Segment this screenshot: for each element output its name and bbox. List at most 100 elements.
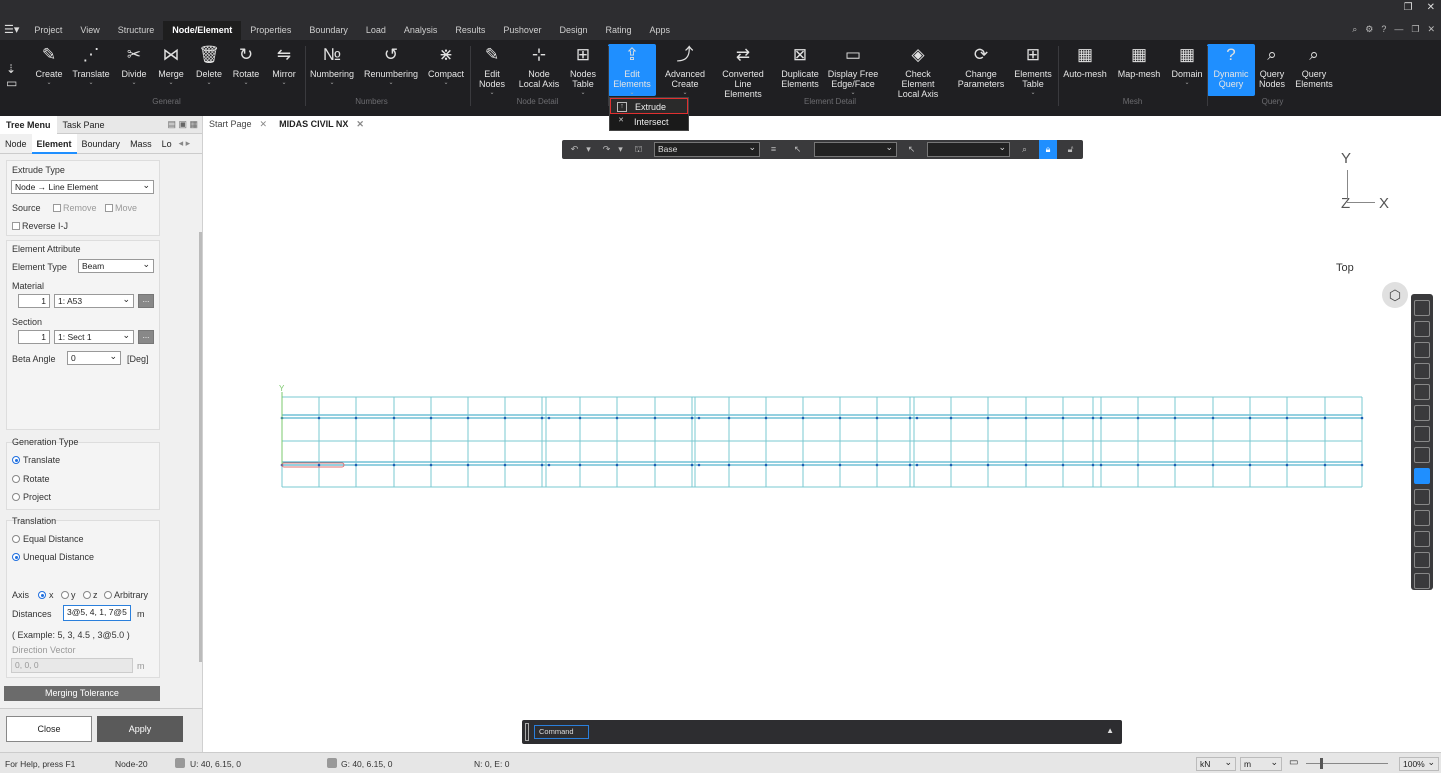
lock-active-icon[interactable]: 🔒︎: [1039, 140, 1057, 159]
section-select[interactable]: 1: Sect 1: [54, 329, 134, 344]
model-node[interactable]: [1360, 463, 1364, 467]
axis-z-radio[interactable]: [83, 591, 91, 599]
hamburger-menu-icon[interactable]: ☰▾: [0, 21, 25, 40]
view-tool-icon[interactable]: [1414, 447, 1430, 463]
view-tool-icon[interactable]: [1414, 342, 1430, 358]
model-node[interactable]: [838, 416, 842, 420]
model-node[interactable]: [503, 463, 507, 467]
subtab-mass[interactable]: Mass: [125, 134, 157, 154]
dropdown-arrow-icon[interactable]: ▾: [582, 143, 595, 156]
command-select[interactable]: Command: [534, 725, 589, 739]
model-node[interactable]: [690, 463, 694, 467]
panel-layout-icon[interactable]: ▤ ▣ ▦: [167, 119, 198, 130]
dropdown-arrow-icon[interactable]: ▾: [614, 143, 627, 156]
close-tab-icon[interactable]: ✕: [356, 119, 364, 129]
model-node[interactable]: [1091, 463, 1095, 467]
converted-line-elements-button[interactable]: ⇄ Converted Line Elements: [717, 44, 769, 100]
advanced-create-button[interactable]: ⤴ Advanced Create ⌄: [659, 44, 711, 100]
tab-rating[interactable]: Rating: [596, 21, 640, 40]
model-node[interactable]: [547, 416, 551, 420]
model-node[interactable]: [1360, 416, 1364, 420]
view-tool-icon[interactable]: [1414, 321, 1430, 337]
model-node[interactable]: [354, 416, 358, 420]
model-node[interactable]: [540, 463, 544, 467]
model-node[interactable]: [764, 416, 768, 420]
view-tool-icon[interactable]: [1414, 552, 1430, 568]
map-mesh-button[interactable]: ▦ Map-mesh: [1113, 44, 1165, 100]
apply-button[interactable]: Apply: [97, 716, 183, 742]
unlock-icon[interactable]: 🔓︎: [1064, 143, 1077, 156]
tab-pushover[interactable]: Pushover: [494, 21, 550, 40]
model-node[interactable]: [875, 463, 879, 467]
subtab-element[interactable]: Element: [31, 133, 77, 154]
query-elements-button[interactable]: ⌕ Query Elements: [1288, 44, 1340, 100]
section-browse-button[interactable]: ...: [138, 330, 154, 344]
model-node[interactable]: [466, 463, 470, 467]
tab-scroll-icon[interactable]: ◂ ▸: [179, 138, 191, 149]
search-icon[interactable]: ⌕: [1352, 24, 1357, 35]
model-node[interactable]: [1173, 416, 1177, 420]
close-button[interactable]: Close: [6, 716, 92, 742]
select-icon[interactable]: ↖: [791, 143, 804, 156]
model-node[interactable]: [1248, 463, 1252, 467]
model-node[interactable]: [1061, 463, 1065, 467]
subtab-boundary[interactable]: Boundary: [77, 134, 126, 154]
project-radio[interactable]: [12, 493, 20, 501]
model-node[interactable]: [986, 463, 990, 467]
model-node[interactable]: [540, 416, 544, 420]
model-node[interactable]: [727, 416, 731, 420]
model-node[interactable]: [801, 416, 805, 420]
group-select[interactable]: [814, 141, 897, 157]
extrude-type-select[interactable]: Node → Line Element: [11, 179, 154, 194]
work-plane-select[interactable]: Base: [654, 141, 760, 157]
model-node[interactable]: [875, 416, 879, 420]
model-node[interactable]: [317, 463, 321, 467]
renumbering-button[interactable]: ↺ Renumbering ⌄: [364, 44, 418, 100]
restore-icon[interactable]: ❐: [1404, 2, 1413, 13]
display-option-icon[interactable]: ▭: [1289, 757, 1298, 768]
mirror-button[interactable]: ⇋ Mirror ⌄: [258, 44, 310, 100]
subtab-load[interactable]: Lo: [157, 134, 177, 154]
axis-arbitrary-radio[interactable]: [104, 591, 112, 599]
restore-icon[interactable]: ❐: [1411, 24, 1419, 35]
model-node[interactable]: [578, 463, 582, 467]
tab-properties[interactable]: Properties: [241, 21, 300, 40]
undo-icon[interactable]: ↶: [568, 143, 581, 156]
tab-project[interactable]: Project: [25, 21, 71, 40]
structure-group-icon[interactable]: ⛫: [632, 143, 645, 156]
model-node[interactable]: [764, 463, 768, 467]
remove-checkbox[interactable]: [53, 204, 61, 212]
model-node[interactable]: [1136, 463, 1140, 467]
move-checkbox[interactable]: [105, 204, 113, 212]
tab-midas-civil-nx[interactable]: MIDAS CIVIL NX ✕: [273, 116, 370, 132]
tab-results[interactable]: Results: [446, 21, 494, 40]
numbering-button[interactable]: № Numbering ⌄: [306, 44, 358, 100]
distances-input[interactable]: 3@5, 4, 1, 7@5: [63, 605, 131, 621]
rotate-radio[interactable]: [12, 475, 20, 483]
model-node[interactable]: [429, 463, 433, 467]
view-tool-icon[interactable]: [1414, 405, 1430, 421]
redo-icon[interactable]: ↷: [600, 143, 613, 156]
model-node[interactable]: [838, 463, 842, 467]
model-node[interactable]: [1061, 416, 1065, 420]
model-node[interactable]: [615, 416, 619, 420]
force-unit-select[interactable]: kN: [1196, 756, 1236, 771]
view-tool-icon[interactable]: [1414, 573, 1430, 589]
model-node[interactable]: [1323, 416, 1327, 420]
model-node[interactable]: [915, 416, 919, 420]
model-node[interactable]: [1136, 416, 1140, 420]
model-node[interactable]: [1211, 416, 1215, 420]
view-tool-icon[interactable]: [1414, 531, 1430, 547]
model-node[interactable]: [1173, 463, 1177, 467]
model-node[interactable]: [653, 463, 657, 467]
model-node[interactable]: [429, 416, 433, 420]
auto-mesh-button[interactable]: ▦ Auto-mesh: [1059, 44, 1111, 100]
model-canvas[interactable]: Y Z X Top ⬡ Y: [204, 132, 1441, 752]
zoom-slider-handle[interactable]: [1320, 758, 1323, 769]
model-node[interactable]: [1099, 463, 1103, 467]
panel-scrollbar[interactable]: [199, 232, 202, 662]
quick-access-icon[interactable]: ⇣ ▭: [6, 62, 22, 92]
filter-icon[interactable]: ≡: [767, 143, 780, 156]
length-unit-select[interactable]: m: [1240, 756, 1282, 771]
model-node[interactable]: [466, 416, 470, 420]
